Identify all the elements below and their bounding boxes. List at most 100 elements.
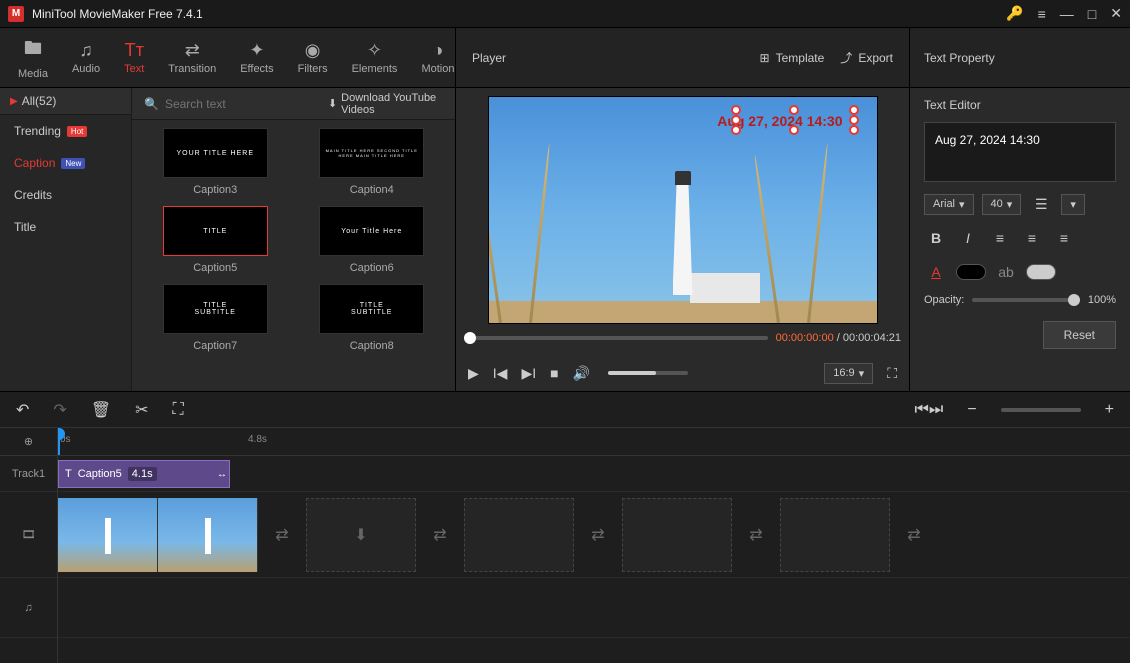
- zoom-out-button[interactable]: −: [967, 401, 976, 419]
- delete-button[interactable]: 🗑: [91, 400, 111, 420]
- minimize-icon[interactable]: —: [1060, 6, 1074, 22]
- menu-icon[interactable]: ≡: [1038, 6, 1046, 22]
- text-clip[interactable]: T Caption5 4.1s ↔: [58, 460, 230, 488]
- font-size-select[interactable]: 40▾: [982, 194, 1022, 215]
- text-editor-input[interactable]: Aug 27, 2024 14:30: [924, 122, 1116, 182]
- crop-button[interactable]: ⛶: [173, 401, 184, 419]
- scrubber[interactable]: [464, 336, 768, 340]
- transition-slot[interactable]: ⇄: [586, 498, 610, 572]
- template-caption5[interactable]: TITLECaption5: [152, 206, 279, 274]
- property-panel: Text Property Text Editor Aug 27, 2024 1…: [910, 28, 1130, 391]
- opacity-label: Opacity:: [924, 294, 964, 306]
- text-color-swatch[interactable]: [956, 264, 986, 280]
- text-track[interactable]: T Caption5 4.1s ↔: [58, 456, 1130, 492]
- tab-elements[interactable]: ✧Elements: [342, 36, 408, 79]
- align-center-button[interactable]: ≡: [1020, 226, 1044, 250]
- prev-frame-button[interactable]: I◀: [493, 365, 508, 382]
- text-icon: T: [65, 468, 72, 480]
- zoom-in-button[interactable]: +: [1105, 401, 1114, 419]
- upgrade-icon[interactable]: 🔑: [1006, 5, 1023, 22]
- play-button[interactable]: ▶: [468, 365, 479, 382]
- undo-button[interactable]: ↶: [16, 400, 29, 420]
- bold-button[interactable]: B: [924, 226, 948, 250]
- tab-transition[interactable]: ⇄Transition: [158, 36, 226, 79]
- highlight-swatch[interactable]: [1026, 264, 1056, 280]
- align-right-button[interactable]: ≡: [1052, 226, 1076, 250]
- export-icon: ⤴: [840, 49, 852, 66]
- media-slot[interactable]: [464, 498, 574, 572]
- text-color-button[interactable]: A: [924, 260, 948, 284]
- transition-slot[interactable]: ⇄: [744, 498, 768, 572]
- audio-track[interactable]: [58, 578, 1130, 638]
- opacity-slider[interactable]: [972, 298, 1080, 302]
- video-track[interactable]: ⇄ ⬇ ⇄ ⇄ ⇄ ⇄: [58, 492, 1130, 578]
- chevron-down-icon: ▾: [1007, 198, 1013, 211]
- audio-track-icon: ♫: [0, 578, 57, 638]
- video-clip[interactable]: [58, 498, 258, 572]
- add-track-button[interactable]: ⊕: [0, 428, 57, 456]
- transition-slot[interactable]: ⇄: [428, 498, 452, 572]
- tab-filters[interactable]: ◉Filters: [288, 36, 338, 79]
- category-trending[interactable]: TrendingHot: [0, 115, 131, 147]
- italic-button[interactable]: I: [956, 226, 980, 250]
- resize-handle[interactable]: [731, 105, 741, 115]
- timeline: ↶ ↷ 🗑 ✂ ⛶ ⏮⏭ − + ⊕ Track1 🎞 ♫ 0s 4.8s T: [0, 391, 1130, 663]
- volume-icon[interactable]: 🔊: [573, 365, 590, 382]
- media-slot[interactable]: ⬇: [306, 498, 416, 572]
- resize-handle[interactable]: [789, 105, 799, 115]
- media-slot[interactable]: [780, 498, 890, 572]
- maximize-icon[interactable]: □: [1088, 6, 1096, 22]
- export-button[interactable]: ⤴Export: [840, 49, 893, 66]
- tab-text[interactable]: TᴛText: [114, 36, 154, 79]
- tab-audio[interactable]: ♫Audio: [62, 36, 110, 79]
- download-icon: ⬇: [328, 97, 337, 110]
- preview-viewport[interactable]: Aug 27, 2024 14:30: [488, 96, 878, 324]
- zoom-slider[interactable]: [1001, 408, 1081, 412]
- font-select[interactable]: Arial▾: [924, 194, 974, 215]
- category-title[interactable]: Title: [0, 211, 131, 243]
- tab-media[interactable]: 🖿Media: [8, 32, 58, 84]
- more-select[interactable]: ▾: [1061, 194, 1085, 215]
- template-button[interactable]: ⊞Template: [760, 51, 825, 65]
- search-input[interactable]: 🔍: [144, 97, 320, 111]
- category-sidebar: ▶All(52) TrendingHot CaptionNew Credits …: [0, 88, 132, 391]
- resize-handle[interactable]: [731, 115, 741, 125]
- redo-button[interactable]: ↷: [53, 400, 66, 420]
- category-credits[interactable]: Credits: [0, 179, 131, 211]
- download-youtube-link[interactable]: ⬇Download YouTube Videos: [328, 92, 443, 116]
- template-caption6[interactable]: Your Title HereCaption6: [309, 206, 436, 274]
- template-caption3[interactable]: YOUR TITLE HERECaption3: [152, 128, 279, 196]
- category-all[interactable]: ▶All(52): [0, 88, 131, 115]
- titlebar: M MiniTool MovieMaker Free 7.4.1 🔑 ≡ — □…: [0, 0, 1130, 28]
- resize-handle[interactable]: [849, 125, 859, 135]
- aspect-select[interactable]: 16:9▾: [824, 363, 873, 384]
- template-caption7[interactable]: TITLE SUBTITLECaption7: [152, 284, 279, 352]
- close-icon[interactable]: ✕: [1110, 5, 1122, 22]
- align-left-button[interactable]: ≡: [988, 226, 1012, 250]
- resize-handle[interactable]: [731, 125, 741, 135]
- highlight-button[interactable]: ab: [994, 260, 1018, 284]
- media-slot[interactable]: [622, 498, 732, 572]
- transition-slot[interactable]: ⇄: [270, 498, 294, 572]
- tab-effects[interactable]: ✦Effects: [230, 36, 283, 79]
- resize-handle-icon[interactable]: ↔: [217, 469, 227, 480]
- volume-slider[interactable]: [608, 371, 688, 375]
- transition-slot[interactable]: ⇄: [902, 498, 926, 572]
- template-caption4[interactable]: MAIN TITLE HERE SECOND TITLE HERE MAIN T…: [309, 128, 436, 196]
- resize-handle[interactable]: [789, 125, 799, 135]
- property-title: Text Property: [910, 28, 1130, 88]
- playhead[interactable]: [58, 428, 60, 455]
- timeline-ruler[interactable]: 0s 4.8s: [58, 428, 1130, 456]
- speed-icon[interactable]: ⏮⏭: [915, 401, 944, 419]
- fullscreen-button[interactable]: ⛶: [887, 365, 897, 382]
- split-button[interactable]: ✂: [135, 400, 148, 420]
- resize-handle[interactable]: [849, 105, 859, 115]
- category-caption[interactable]: CaptionNew: [0, 147, 131, 179]
- resize-handle[interactable]: [849, 115, 859, 125]
- next-frame-button[interactable]: ▶I: [521, 365, 536, 382]
- player-title: Player: [472, 51, 744, 65]
- line-spacing-button[interactable]: ☰: [1029, 192, 1053, 216]
- reset-button[interactable]: Reset: [1043, 321, 1116, 349]
- template-caption8[interactable]: TITLE SUBTITLECaption8: [309, 284, 436, 352]
- stop-button[interactable]: ■: [550, 365, 558, 381]
